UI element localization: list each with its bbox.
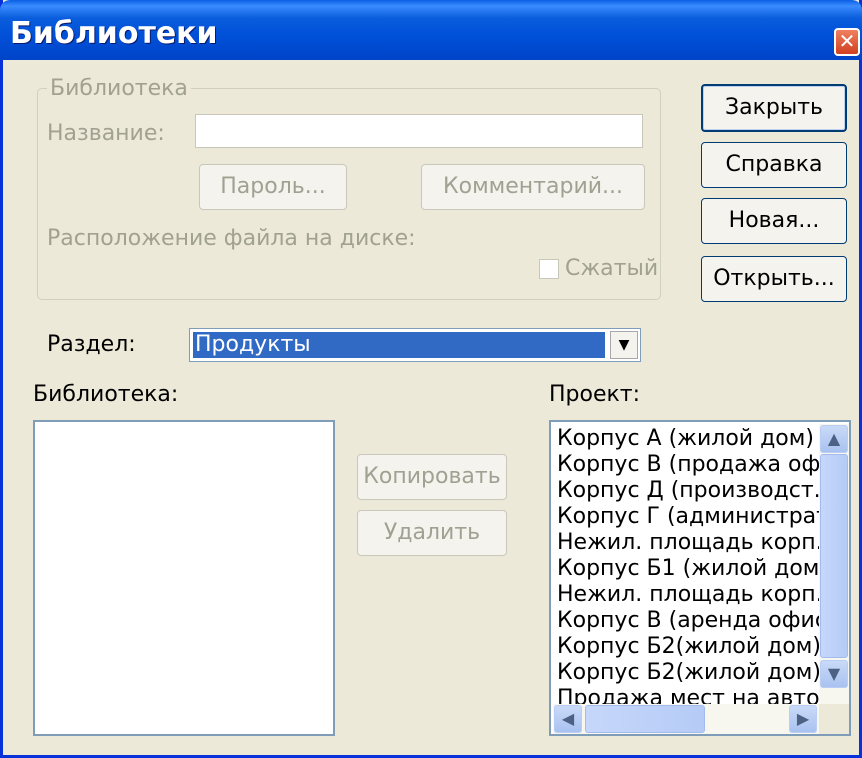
library-listbox[interactable] — [33, 420, 335, 736]
library-name-input[interactable] — [195, 114, 643, 148]
title-bar[interactable]: Библиотеки ✕ — [0, 0, 862, 60]
delete-button[interactable]: Удалить — [357, 510, 507, 556]
list-item[interactable]: Корпус Д (производст.зд — [557, 478, 848, 503]
arrow-up-icon: ▲ — [827, 429, 841, 448]
compressed-label: Сжатый — [565, 256, 659, 281]
chevron-down-icon: ▼ — [618, 337, 630, 353]
password-button[interactable]: Пароль... — [199, 164, 347, 210]
list-item[interactable]: Корпус Б2(жилой дом) пр — [557, 634, 849, 659]
scroll-up-button[interactable]: ▲ — [820, 425, 848, 453]
list-item[interactable]: Корпус Г (администрат.зд — [557, 504, 849, 529]
copy-button[interactable]: Копировать — [357, 454, 507, 500]
scroll-right-button[interactable]: ▶ — [789, 705, 817, 733]
close-button[interactable]: Закрыть — [701, 84, 847, 132]
section-dropdown-button[interactable]: ▼ — [610, 331, 638, 359]
list-item[interactable]: Корпус В (аренда офисов — [557, 608, 849, 633]
horizontal-scroll-thumb[interactable] — [585, 705, 705, 733]
name-label: Название: — [47, 121, 165, 146]
new-library-button[interactable]: Новая... — [701, 198, 847, 244]
arrow-left-icon: ◀ — [561, 709, 575, 728]
arrow-right-icon: ▶ — [796, 709, 810, 728]
list-item[interactable]: Корпус Б2(жилой дом) пе — [557, 660, 849, 685]
scroll-down-button[interactable]: ▼ — [820, 660, 848, 688]
list-item[interactable]: Нежил. площадь корп. А — [557, 530, 845, 555]
compressed-checkbox[interactable] — [539, 259, 559, 279]
project-horizontal-scrollbar[interactable]: ◀ ▶ — [553, 704, 819, 734]
help-button[interactable]: Справка — [701, 142, 847, 188]
section-select[interactable]: Продукты ▼ — [189, 328, 641, 362]
file-location-label: Расположение файла на диске: — [47, 226, 416, 251]
open-library-button[interactable]: Открыть... — [701, 256, 847, 302]
vertical-scroll-thumb[interactable] — [820, 454, 848, 658]
section-selected-value: Продукты — [193, 332, 605, 358]
libraries-dialog: Библиотеки ✕ Библиотека Название: Пароль… — [0, 0, 862, 758]
close-icon: ✕ — [838, 29, 856, 53]
scroll-left-button[interactable]: ◀ — [554, 705, 582, 733]
list-item[interactable]: Корпус Б1 (жилой дом) ль — [557, 556, 849, 581]
project-list-label: Проект: — [549, 382, 641, 407]
scrollbar-corner — [819, 704, 849, 734]
section-label: Раздел: — [47, 332, 136, 357]
window-title: Библиотеки — [10, 16, 218, 51]
list-item[interactable]: Корпус А (жилой дом) — [557, 426, 814, 451]
close-window-button[interactable]: ✕ — [834, 28, 860, 56]
comment-button[interactable]: Комментарий... — [421, 164, 645, 210]
list-item[interactable]: Корпус В (продажа офисо — [557, 452, 849, 477]
project-vertical-scrollbar[interactable]: ▲ ▼ — [819, 424, 849, 704]
library-groupbox-label: Библиотека — [47, 76, 191, 101]
project-listbox[interactable]: Корпус А (жилой дом) Корпус В (продажа о… — [549, 420, 851, 736]
arrow-down-icon: ▼ — [827, 664, 841, 683]
list-item[interactable]: Нежил. площадь корп. Б( — [557, 582, 849, 607]
library-list-label: Библиотека: — [33, 382, 179, 407]
